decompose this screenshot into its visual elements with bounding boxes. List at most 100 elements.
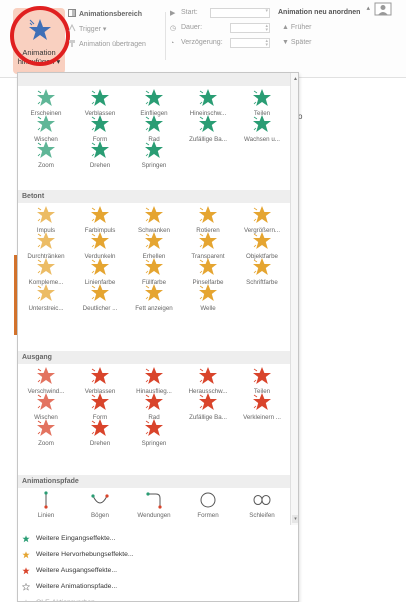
path-effect-label: Schleifen	[249, 512, 275, 519]
star-effect-icon	[37, 367, 55, 384]
enter-effect-item[interactable]: Zufällige Ba...	[181, 113, 235, 147]
enter-effect-item[interactable]: Springen	[127, 139, 181, 173]
emphasis-effect-item[interactable]: Welle	[181, 282, 235, 316]
path-effect-item[interactable]: Linien	[19, 489, 73, 523]
path-effect-item[interactable]: Schleifen	[235, 489, 289, 523]
section-header-enter	[18, 73, 290, 86]
star-effect-icon	[91, 419, 109, 436]
more-effects-star-icon	[22, 551, 30, 559]
star-effect-icon	[145, 258, 163, 275]
enter-effect-item[interactable]: Wachsen u...	[235, 113, 289, 147]
more-effects-label: Weitere Animationspfade...	[36, 583, 118, 590]
user-icon[interactable]	[374, 2, 392, 16]
scroll-down-icon[interactable]: ▾	[292, 515, 298, 523]
start-select[interactable]: ▾	[210, 8, 270, 18]
enter-effect-label: Wachsen u...	[244, 136, 280, 143]
path-effect-label: Linien	[37, 512, 55, 519]
star-effect-icon	[253, 367, 271, 384]
clock-icon: ◷	[170, 25, 177, 32]
move-later-button[interactable]: ▼ Später	[282, 39, 312, 46]
enter-effect-item[interactable]: Drehen	[73, 139, 127, 173]
exit-effect-item[interactable]: Verkleinern ...	[235, 391, 289, 425]
enter-effect-label: Zoom	[38, 162, 54, 169]
star-effect-icon	[37, 284, 55, 301]
gallery-scrollbar[interactable]: ▲ ▾	[290, 73, 298, 525]
star-effect-icon	[37, 89, 55, 106]
more-effects-item[interactable]: Weitere Eingangseffekte...	[18, 531, 298, 547]
path-effect-item[interactable]: Formen	[181, 489, 235, 523]
more-effects-item[interactable]: Weitere Ausgangseffekte...	[18, 563, 298, 579]
more-effects-item[interactable]: Weitere Animationspfade...	[18, 579, 298, 595]
section-header-exit: Ausgang	[18, 351, 290, 364]
star-effect-icon	[145, 206, 163, 223]
trigger-icon	[68, 24, 76, 32]
painter-icon	[69, 40, 75, 47]
more-effects-label: Weitere Eingangseffekte...	[36, 535, 116, 542]
delay-input[interactable]: ▴ ▾	[230, 38, 270, 48]
emphasis-effect-item[interactable]: Fett anzeigen	[127, 282, 181, 316]
exit-effect-label: Zufällige Ba...	[189, 414, 227, 421]
emphasis-effect-label: Fett anzeigen	[135, 305, 173, 312]
more-effects-label: Weitere Hervorhebungseffekte...	[36, 551, 134, 558]
add-animation-button[interactable]: Animation hinzufügen ▾	[13, 8, 65, 74]
move-earlier-button[interactable]: ▲ Früher	[282, 24, 312, 31]
more-effects-item[interactable]: Weitere Hervorhebungseffekte...	[18, 547, 298, 563]
motion-path-icon	[44, 491, 48, 509]
more-effects-star-icon	[22, 583, 30, 591]
star-effect-icon	[253, 232, 271, 249]
star-effect-icon	[199, 89, 217, 106]
exit-effect-item[interactable]: Drehen	[73, 417, 127, 451]
path-effect-item[interactable]: Bögen	[73, 489, 127, 523]
star-effect-icon	[37, 393, 55, 410]
path-effect-label: Bögen	[91, 512, 109, 519]
emphasis-effect-label: Deutlicher ...	[82, 305, 118, 312]
emphasis-effect-item[interactable]: Deutlicher ...	[73, 282, 127, 316]
duration-input[interactable]: ▴ ▾	[230, 23, 270, 33]
star-effect-icon	[91, 393, 109, 410]
star-effect-icon	[145, 393, 163, 410]
path-effect-item[interactable]: Wendungen	[127, 489, 181, 523]
star-effect-icon	[37, 419, 55, 436]
motion-path-icon	[200, 492, 216, 508]
path-effect-label: Wendungen	[137, 512, 171, 519]
path-effect-label: Formen	[197, 512, 219, 519]
ribbon-collapse-icon[interactable]: ▴	[366, 4, 370, 12]
more-effects-list: Weitere Eingangseffekte... Weitere Hervor…	[18, 531, 298, 601]
animation-pane-button[interactable]: Animationsbereich	[68, 9, 142, 18]
enter-effect-item[interactable]: Zoom	[19, 139, 73, 173]
trigger-button[interactable]: Trigger ▾	[68, 24, 106, 33]
star-effect-icon	[91, 206, 109, 223]
star-effect-icon	[91, 367, 109, 384]
star-effect-icon	[91, 232, 109, 249]
exit-effect-item[interactable]: Zoom	[19, 417, 73, 451]
exit-effect-item[interactable]: Springen	[127, 417, 181, 451]
more-effects-item[interactable]: OLE-Aktionsverben...	[18, 595, 298, 601]
star-effect-icon	[145, 284, 163, 301]
motion-path-icon	[146, 492, 162, 509]
delay-icon: ◔	[170, 40, 175, 47]
exit-effect-item[interactable]: Zufällige Ba...	[181, 391, 235, 425]
emphasis-effect-item[interactable]: Unterstreic...	[19, 282, 73, 316]
star-effect-icon	[145, 419, 163, 436]
emphasis-effect-label: Unterstreic...	[28, 305, 64, 312]
star-effect-icon	[253, 258, 271, 275]
animation-painter-button[interactable]: Animation übertragen	[68, 39, 146, 48]
add-animation-label: Animation hinzufügen ▾	[17, 48, 61, 66]
add-animation-star-icon	[29, 19, 51, 40]
more-effects-star-icon	[22, 567, 30, 575]
star-effect-icon	[37, 232, 55, 249]
scroll-up-icon[interactable]: ▲	[292, 75, 298, 83]
more-effects-label: Weitere Ausgangseffekte...	[36, 567, 117, 574]
star-effect-icon	[91, 284, 109, 301]
start-icon: ▶	[170, 10, 176, 17]
star-effect-icon	[37, 141, 55, 158]
star-effect-icon	[199, 258, 217, 275]
star-effect-icon	[145, 89, 163, 106]
enter-effect-label: Zufällige Ba...	[189, 136, 227, 143]
star-effect-icon	[199, 367, 217, 384]
duration-label: ◷ Dauer:	[170, 24, 203, 32]
emphasis-effect-item[interactable]: Schriftfarbe	[235, 256, 289, 290]
animation-gallery: ▲ ▾ Weitere Eingangseffekte... Weitere He…	[17, 72, 299, 602]
star-effect-icon	[37, 258, 55, 275]
exit-effect-label: Verkleinern ...	[243, 414, 281, 421]
